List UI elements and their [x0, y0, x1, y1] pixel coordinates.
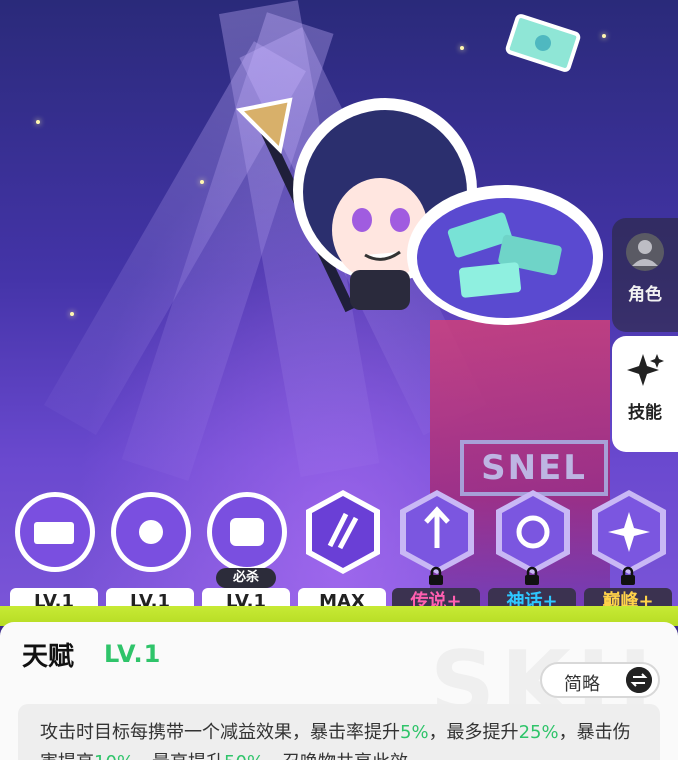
swap-icon	[626, 667, 652, 693]
desc-highlight: 25%	[518, 722, 559, 743]
talent-description-box: 攻击时目标每携带一个减益效果，暴击率提升5%，最多提升25%，暴击伤害提高10%…	[18, 704, 660, 760]
skill-slot-4[interactable]: MAX	[298, 488, 388, 618]
skill-slot-6[interactable]: 神话+	[488, 488, 578, 618]
star	[460, 46, 464, 50]
skill-slot-3[interactable]: 必杀 LV.1	[202, 488, 292, 618]
skill-slot-5[interactable]: 传说+	[392, 488, 482, 618]
money-bill-icon	[505, 14, 581, 72]
desc-part: ，召唤物共享此效	[264, 752, 408, 760]
tab-role-label: 角色	[628, 285, 662, 305]
tab-skill-label: 技能	[628, 403, 662, 423]
desc-highlight: 10%	[94, 752, 134, 760]
talent-description: 攻击时目标每携带一个减益效果，暴击率提升5%，最多提升25%，暴击伤害提高10%…	[40, 718, 646, 760]
desc-part: ，最高提升	[134, 752, 224, 760]
desc-part: 攻击时目标每携带一个减益效果，暴击率提升	[40, 722, 400, 743]
arrow-burst-skill-icon	[400, 490, 474, 574]
sparkle-icon	[627, 354, 664, 386]
brief-toggle-label: 简略	[564, 674, 600, 695]
winged-coin-skill-icon	[111, 492, 191, 572]
skill-slot-1[interactable]: LV.1	[10, 488, 100, 618]
desc-highlight: 50%	[224, 752, 264, 760]
tab-role[interactable]: 角色	[612, 218, 678, 332]
star	[70, 312, 74, 316]
avatar-icon	[626, 233, 664, 271]
talent-level: LV.1	[104, 640, 162, 668]
lock-icon	[621, 566, 635, 585]
character-sprite	[235, 97, 603, 325]
vortex-skill-icon	[496, 490, 570, 574]
tab-skill[interactable]: 技能	[612, 336, 678, 452]
lock-icon	[429, 566, 443, 585]
talent-title: 天赋	[22, 642, 75, 672]
brief-toggle-button[interactable]: 简略	[540, 662, 660, 698]
dollar-bag-skill-icon	[207, 492, 287, 572]
desc-part: ，最多提升	[428, 722, 519, 743]
talent-panel: SKH 天赋 LV.1 简略 攻击时目标每携带一个减益效果，暴击率提升5%，最多…	[0, 622, 678, 760]
side-tabs: 角色 技能	[612, 218, 678, 452]
desc-highlight: 5%	[400, 722, 429, 743]
ultimate-tag: 必杀	[216, 568, 276, 588]
skill-slot-7[interactable]: 巅峰+	[584, 488, 674, 618]
star	[36, 120, 40, 124]
claw-skill-icon	[306, 490, 380, 574]
star-swirl-skill-icon	[592, 490, 666, 574]
skill-slot-2[interactable]: LV.1	[106, 488, 196, 618]
money-stack-skill-icon	[15, 492, 95, 572]
skill-row: LV.1 LV.1 必杀 LV.1 MAX 传说+ 神话+ 巅峰+	[0, 488, 678, 618]
star	[602, 34, 606, 38]
lock-icon	[525, 566, 539, 585]
